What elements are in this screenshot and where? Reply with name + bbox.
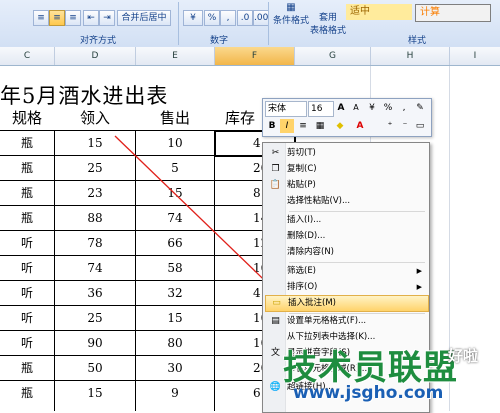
- menu-item-label: 粘贴(P): [287, 180, 316, 190]
- paste-icon: 📋: [269, 180, 282, 190]
- menu-item-insert-comment[interactable]: ▭ 插入批注(M): [265, 295, 429, 312]
- menu-item-format-cells[interactable]: ▤ 设置单元格格式(F)...: [265, 314, 427, 329]
- italic-button[interactable]: I: [280, 119, 294, 133]
- menu-item-filter[interactable]: 筛选(E) ▶: [265, 264, 427, 279]
- menu-item-label: 设置单元格格式(F)...: [287, 316, 367, 326]
- merge-icon[interactable]: ▭: [413, 119, 427, 133]
- decimal-increase-icon[interactable]: ⁺: [383, 119, 397, 133]
- font-shrink-button[interactable]: A: [349, 101, 363, 115]
- fill-color-icon[interactable]: ◆: [333, 119, 347, 133]
- menu-item-delete[interactable]: 删除(D)...: [265, 229, 427, 244]
- menu-item-label: 复制(C): [287, 164, 317, 174]
- menu-item-copy[interactable]: ❐ 复制(C): [265, 162, 427, 177]
- decimal-decrease-icon[interactable]: ⁻: [398, 119, 412, 133]
- menu-item-cut[interactable]: ✂ 剪切(T): [265, 146, 427, 161]
- menu-item-label: 插入批注(M): [288, 298, 336, 308]
- menu-item-label: 插入(I)...: [287, 215, 322, 225]
- menu-item-label: 筛选(E): [287, 266, 317, 276]
- menu-item-label: 选择性粘贴(V)...: [287, 196, 351, 206]
- watermark-extra: 好啦: [448, 347, 479, 365]
- mini-toolbar: 宋体 16 A A ¥ % , ✎ B I ≡ ▦ ◆ A ⁺ ⁻ ▭: [262, 98, 432, 137]
- font-color-button[interactable]: A: [353, 119, 367, 133]
- comma-label: ,: [402, 103, 406, 113]
- cut-icon: ✂: [271, 148, 280, 158]
- bold-label: B: [268, 121, 276, 131]
- font-grow-button[interactable]: A: [334, 101, 348, 115]
- menu-item-label: 清除内容(N): [287, 247, 334, 257]
- font-size-box[interactable]: 16: [308, 101, 334, 117]
- currency-label: ¥: [369, 103, 375, 113]
- menu-separator: [289, 262, 425, 263]
- comma-button[interactable]: ,: [397, 101, 411, 115]
- menu-item-label: 排序(O): [287, 282, 318, 292]
- font-color-label: A: [356, 121, 364, 131]
- italic-label: I: [285, 121, 289, 131]
- menu-item-clear[interactable]: 清除内容(N): [265, 245, 427, 260]
- menu-separator: [289, 211, 425, 212]
- menu-item-paste[interactable]: 📋 粘贴(P): [265, 178, 427, 193]
- grow-label: A: [337, 103, 345, 113]
- percent-button[interactable]: %: [381, 101, 395, 115]
- center-align-icon[interactable]: ≡: [296, 119, 310, 133]
- format-painter-icon[interactable]: ✎: [413, 101, 427, 115]
- menu-item-insert[interactable]: 插入(I)...: [265, 213, 427, 228]
- copy-icon: ❐: [271, 164, 280, 174]
- menu-item-label: 剪切(T): [287, 148, 316, 158]
- watermark-url: www.jsgho.com: [293, 383, 444, 403]
- submenu-arrow-icon: ▶: [416, 283, 422, 291]
- watermark-brand: 技术员联盟: [283, 348, 458, 388]
- submenu-arrow-icon: ▶: [416, 267, 422, 275]
- percent-label: %: [383, 103, 393, 113]
- shrink-label: A: [353, 103, 359, 112]
- hyperlink-icon: 🌐: [269, 382, 282, 392]
- format-cells-icon: ▤: [271, 316, 280, 326]
- border-icon[interactable]: ▦: [313, 119, 327, 133]
- phonetic-icon: 文: [270, 348, 280, 358]
- font-name-box[interactable]: 宋体: [265, 101, 307, 117]
- menu-item-paste-special[interactable]: 选择性粘贴(V)...: [265, 194, 427, 209]
- currency-button[interactable]: ¥: [365, 101, 379, 115]
- menu-item-label: 删除(D)...: [287, 231, 326, 241]
- bold-button[interactable]: B: [265, 119, 279, 133]
- comment-icon: ▭: [272, 298, 281, 308]
- menu-item-sort[interactable]: 排序(O) ▶: [265, 280, 427, 295]
